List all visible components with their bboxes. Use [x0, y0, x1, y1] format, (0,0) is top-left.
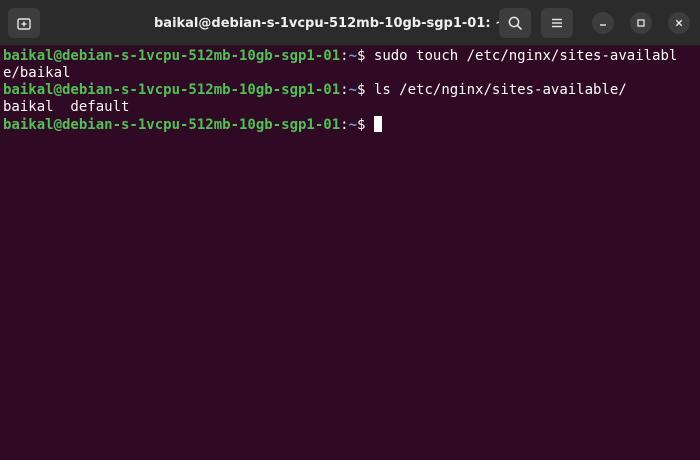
search-button[interactable] — [499, 8, 531, 38]
output-text: baikal default — [3, 99, 130, 115]
menu-button[interactable] — [541, 8, 573, 38]
search-icon — [508, 16, 522, 30]
prompt-colon: : — [340, 48, 349, 64]
output-text: e/baikal — [3, 65, 71, 81]
terminal-line: baikal@debian-s-1vcpu-512mb-10gb-sgp1-01… — [3, 82, 697, 99]
prompt-path: ~ — [348, 117, 358, 133]
scrollbar[interactable] — [696, 46, 700, 460]
prompt-path: ~ — [348, 48, 358, 64]
prompt-colon: : — [340, 117, 349, 133]
terminal-line: baikal@debian-s-1vcpu-512mb-10gb-sgp1-01… — [3, 48, 697, 65]
new-tab-icon — [17, 18, 31, 30]
prompt-colon: : — [340, 82, 349, 98]
terminal-line: baikal default — [3, 99, 697, 116]
prompt-user-host: baikal@debian-s-1vcpu-512mb-10gb-sgp1-01 — [3, 117, 341, 133]
command-text: ls /etc/nginx/sites-available/ — [365, 82, 627, 98]
terminal-line: e/baikal — [3, 65, 697, 82]
command-text: sudo touch /etc/nginx/sites-availabl — [365, 48, 678, 64]
maximize-button[interactable] — [630, 12, 652, 34]
maximize-icon — [637, 19, 645, 27]
prompt-user-host: baikal@debian-s-1vcpu-512mb-10gb-sgp1-01 — [3, 48, 341, 64]
title-bar: baikal@debian-s-1vcpu-512mb-10gb-sgp1-01… — [0, 0, 700, 46]
close-button[interactable] — [668, 12, 690, 34]
terminal-window: baikal@debian-s-1vcpu-512mb-10gb-sgp1-01… — [0, 0, 700, 460]
command-text — [365, 117, 373, 133]
terminal-output[interactable]: baikal@debian-s-1vcpu-512mb-10gb-sgp1-01… — [0, 46, 700, 460]
close-icon — [675, 19, 683, 27]
prompt-path: ~ — [348, 82, 358, 98]
terminal-line: baikal@debian-s-1vcpu-512mb-10gb-sgp1-01… — [3, 116, 697, 133]
window-title: baikal@debian-s-1vcpu-512mb-10gb-sgp1-01… — [153, 15, 506, 31]
minimize-button[interactable] — [592, 12, 614, 34]
hamburger-menu-icon — [552, 18, 562, 28]
minimize-icon — [600, 24, 606, 26]
new-tab-button[interactable] — [8, 8, 40, 38]
prompt-user-host: baikal@debian-s-1vcpu-512mb-10gb-sgp1-01 — [3, 82, 341, 98]
text-cursor — [373, 116, 382, 132]
